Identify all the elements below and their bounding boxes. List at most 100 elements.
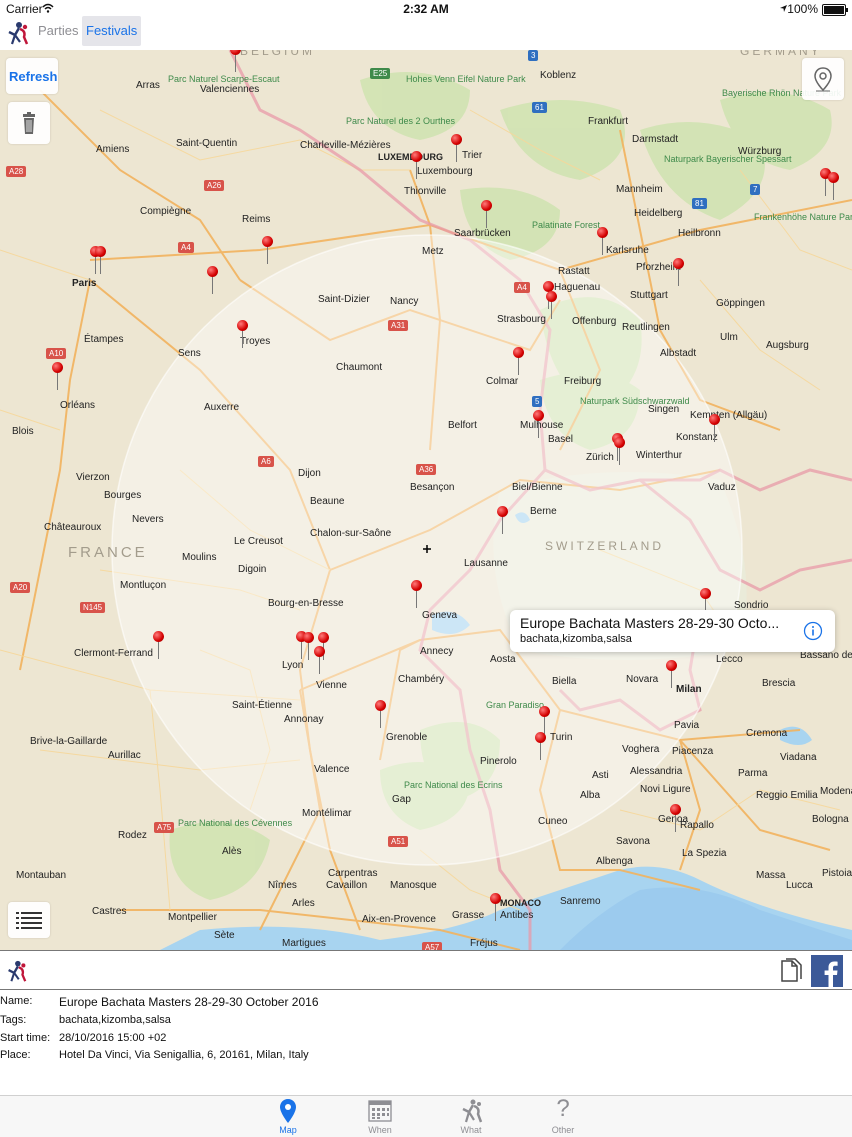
road-shield: A4: [178, 242, 194, 253]
map-pin[interactable]: [95, 246, 107, 274]
map-pin[interactable]: [673, 258, 685, 286]
map-label-city: Carpentras: [328, 868, 378, 879]
map-label-city: Sète: [214, 930, 235, 941]
map-pin[interactable]: [481, 200, 493, 228]
copy-icon[interactable]: [778, 957, 804, 985]
refresh-button-label: Refresh: [9, 69, 58, 84]
map-label-city: Charleville-Mézières: [300, 140, 391, 151]
battery-percent: 100%: [787, 2, 818, 16]
map-pin[interactable]: [52, 362, 64, 390]
list-button[interactable]: [8, 902, 50, 938]
map-pin[interactable]: [539, 706, 551, 734]
map-label-city: Orléans: [60, 400, 96, 411]
map-pin[interactable]: [670, 804, 682, 832]
trash-icon: [23, 112, 35, 134]
tab-other[interactable]: ? Other: [533, 1095, 593, 1137]
road-shield: A36: [416, 464, 437, 475]
map-label-city: Colmar: [486, 376, 519, 387]
road-shield: A31: [388, 320, 409, 331]
callout-title: Europe Bachata Masters 28-29-30 Octo...: [520, 615, 780, 631]
map-pin[interactable]: [546, 291, 558, 319]
map-pin[interactable]: [314, 646, 326, 674]
map-pin[interactable]: [237, 320, 249, 348]
map-label-city: Saarbrücken: [454, 228, 511, 239]
map-view[interactable]: FRANCE SWITZERLAND GERMANY BELGIUM LUXEM…: [0, 50, 852, 950]
map-label-city: Thionville: [404, 186, 447, 197]
map-pin[interactable]: [411, 151, 423, 179]
map-label-city: Compiègne: [140, 206, 192, 217]
map-label-city: Saint-Quentin: [176, 138, 238, 149]
map-pin[interactable]: [375, 700, 387, 728]
map-pin[interactable]: [828, 172, 840, 200]
facebook-icon[interactable]: [811, 955, 843, 987]
map-label-city: Gap: [392, 794, 411, 805]
map-label-city: Nancy: [390, 296, 419, 307]
map-label-city: Alès: [222, 846, 242, 857]
map-pin[interactable]: [533, 410, 545, 438]
map-label-city: Chaumont: [336, 362, 383, 373]
detail-name-label: Name:: [0, 995, 33, 1007]
map-label-city: Beaune: [310, 496, 345, 507]
map-label-city: Brescia: [762, 678, 796, 689]
tab-when[interactable]: When: [350, 1096, 410, 1137]
refresh-button[interactable]: Refresh: [6, 58, 58, 94]
map-label-city: Massa: [756, 870, 786, 881]
question-mark-icon: ?: [556, 1095, 570, 1122]
map-label-country: GERMANY: [740, 50, 822, 58]
tab-map[interactable]: Map: [258, 1096, 318, 1137]
map-label-city: Biel/Bienne: [512, 482, 563, 493]
map-label-city: Freiburg: [564, 376, 602, 387]
map-pin[interactable]: [666, 660, 678, 688]
map-label-city: Novara: [626, 674, 659, 685]
map-pin[interactable]: [597, 227, 609, 255]
map-pin[interactable]: [497, 506, 509, 534]
map-pin[interactable]: [490, 893, 502, 921]
map-label-city: MONACO: [500, 898, 541, 908]
map-pin[interactable]: [513, 347, 525, 375]
map-label-city: Bourges: [104, 490, 142, 501]
map-pin[interactable]: [153, 631, 165, 659]
segment-parties[interactable]: Parties: [34, 16, 82, 46]
map-label-city: Brive-la-Gaillarde: [30, 736, 108, 747]
map-label-city: Göppingen: [716, 298, 765, 309]
map-label-city: Vienne: [316, 680, 347, 691]
map-label-city: Montluçon: [120, 580, 167, 591]
map-callout[interactable]: Europe Bachata Masters 28-29-30 Octo... …: [510, 610, 835, 652]
detail-panel: Name: Europe Bachata Masters 28-29-30 Oc…: [0, 950, 852, 1096]
map-label-city: Pavia: [674, 720, 700, 731]
info-icon[interactable]: [803, 621, 823, 641]
map-pin[interactable]: [535, 732, 547, 760]
map-label-city: Étampes: [84, 334, 124, 345]
map-label-city: Berne: [530, 506, 557, 517]
detail-place-label: Place:: [0, 1049, 31, 1061]
segment-festivals[interactable]: Festivals: [82, 16, 142, 46]
map-label-city: Mannheim: [616, 184, 663, 195]
map-label-city: Aix-en-Provence: [362, 914, 436, 925]
map-label-city: Montpellier: [168, 912, 217, 923]
map-pin[interactable]: [411, 580, 423, 608]
location-button[interactable]: [802, 58, 844, 100]
map-label-city: Savona: [616, 836, 650, 847]
map-label-city: Alba: [580, 790, 601, 801]
map-pin[interactable]: [262, 236, 274, 264]
detail-place-value: Hotel Da Vinci, Via Senigallia, 6, 20161…: [59, 1049, 309, 1061]
app-logo-icon: [8, 22, 29, 45]
map-label-city: Biella: [552, 676, 577, 687]
map-label-city: Lucca: [786, 880, 813, 891]
map-label-city: Martigues: [282, 938, 326, 949]
map-label-city: Alessandria: [630, 766, 683, 777]
map-label-city: Valenciennes: [200, 84, 260, 95]
map-label-city: Dijon: [298, 468, 321, 479]
map-pin[interactable]: [709, 414, 721, 442]
tab-what[interactable]: What: [441, 1096, 501, 1137]
trash-button[interactable]: [8, 102, 50, 144]
map-pin[interactable]: [230, 50, 242, 72]
map-label-city: Heidelberg: [634, 208, 683, 219]
map-pin[interactable]: [451, 134, 463, 162]
road-shield: A26: [204, 180, 225, 191]
map-label-city: Arles: [292, 898, 315, 909]
map-label-city: Moulins: [182, 552, 217, 563]
map-pin[interactable]: [614, 437, 626, 465]
map-pin[interactable]: [207, 266, 219, 294]
map-label-city: Luxembourg: [417, 166, 473, 177]
